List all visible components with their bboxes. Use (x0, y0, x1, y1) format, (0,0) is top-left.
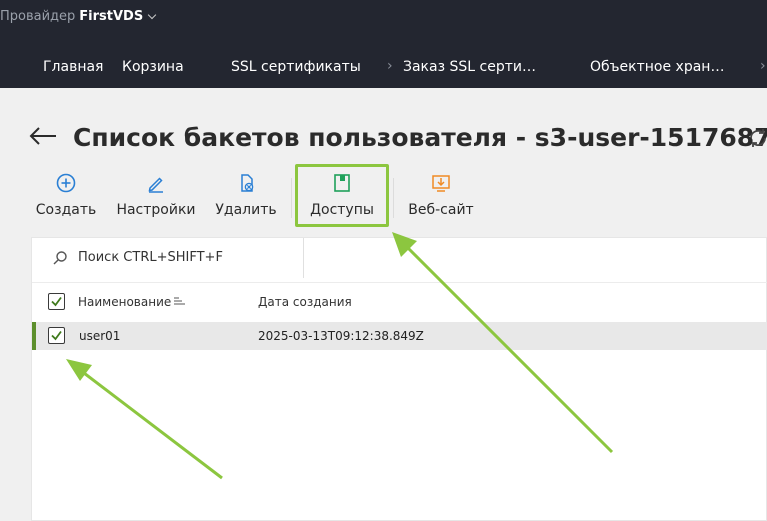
search-input[interactable]: Поиск CTRL+SHIFT+F (32, 238, 304, 278)
page-title: Список бакетов пользователя - s3-user-15… (73, 123, 767, 152)
toolbar-divider (393, 178, 394, 218)
settings-label: Настройки (116, 202, 196, 218)
access-label: Доступы (310, 202, 374, 218)
delete-doc-icon (241, 174, 254, 192)
tab-object-storage[interactable]: Объектное хран… (590, 59, 724, 75)
search-icon (53, 251, 67, 265)
toolbar-divider (291, 178, 292, 218)
refresh-icon[interactable] (746, 126, 767, 150)
column-name-label: Наименование (78, 295, 172, 309)
access-button[interactable]: Доступы (308, 168, 376, 226)
provider-label: Провайдер (0, 9, 76, 24)
check-icon (51, 296, 62, 307)
bucket-list-panel: Поиск CTRL+SHIFT+F Наименование Дата соз… (31, 237, 767, 521)
toolbar: Создать Настройки Удалить Доступы Веб-са… (0, 168, 767, 228)
tab-separator-icon: › (760, 58, 766, 74)
chevron-down-icon (147, 10, 157, 19)
provider-name: FirstVDS (79, 9, 144, 24)
sort-icon (174, 297, 186, 305)
check-icon (51, 330, 62, 341)
search-placeholder: Поиск CTRL+SHIFT+F (78, 250, 223, 265)
bucket-created-date: 2025-03-13T09:12:38.849Z (258, 329, 424, 343)
nav-tabs: Главная Корзина SSL сертификаты › Заказ … (0, 48, 767, 88)
delete-button[interactable]: Удалить (214, 168, 278, 226)
pencil-icon (148, 177, 163, 193)
settings-button[interactable]: Настройки (116, 168, 196, 226)
provider-selector[interactable]: Провайдер FirstVDS (0, 9, 157, 24)
website-button[interactable]: Веб-сайт (406, 168, 476, 226)
tab-cart[interactable]: Корзина (122, 59, 184, 75)
arrow-left-icon[interactable] (28, 124, 58, 148)
top-bar: Провайдер FirstVDS Главная Корзина SSL с… (0, 0, 767, 88)
table-row[interactable]: user01 2025-03-13T09:12:38.849Z (32, 322, 767, 350)
tab-separator-icon: › (387, 58, 393, 74)
bucket-name: user01 (79, 329, 121, 343)
tab-ssl-order[interactable]: Заказ SSL серти… (403, 59, 536, 75)
delete-label: Удалить (215, 202, 277, 218)
tab-ssl-certificates[interactable]: SSL сертификаты (231, 59, 361, 75)
website-label: Веб-сайт (408, 202, 474, 218)
tab-home[interactable]: Главная (43, 59, 103, 75)
download-monitor-icon (432, 175, 450, 192)
column-header-name[interactable]: Наименование (78, 295, 186, 309)
select-all-checkbox[interactable] (48, 293, 65, 310)
plus-circle-icon (56, 173, 76, 193)
row-checkbox[interactable] (48, 327, 65, 344)
create-button[interactable]: Создать (36, 168, 96, 226)
table-header: Наименование Дата создания (32, 282, 767, 322)
create-label: Создать (35, 202, 97, 218)
column-header-created[interactable]: Дата создания (258, 295, 352, 309)
bookmark-icon (334, 174, 350, 192)
page-header: Список бакетов пользователя - s3-user-15… (0, 118, 767, 162)
